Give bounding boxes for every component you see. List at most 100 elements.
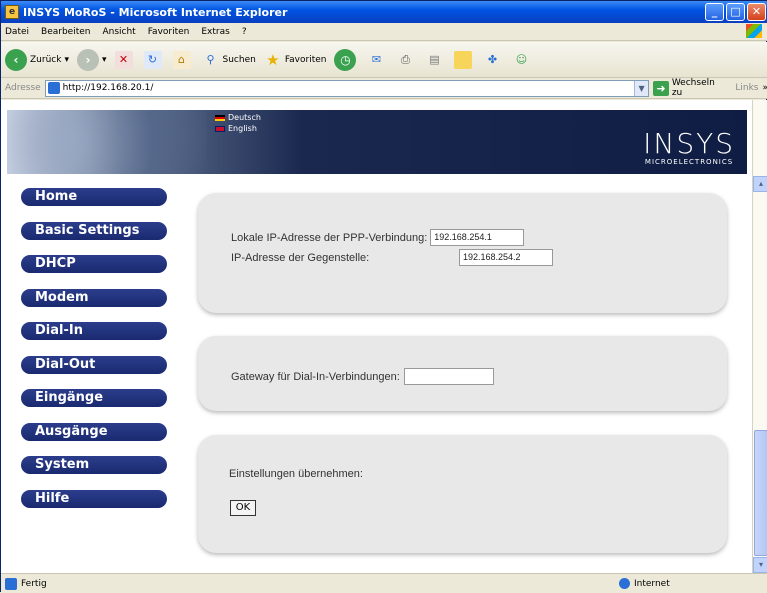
star-icon: ★ [266, 50, 280, 69]
research-button[interactable]: ✤ [483, 51, 504, 69]
remote-ip-label: IP-Adresse der Gegenstelle: [231, 251, 370, 264]
windows-logo-icon [746, 24, 762, 38]
header-banner: Deutsch English INSYS MICROELECTRONICS [7, 110, 747, 174]
local-ip-input[interactable]: 192.168.254.1 [430, 229, 525, 246]
vertical-scrollbar[interactable]: ▴ ▾ [752, 100, 767, 573]
home-button[interactable]: ⌂ [172, 50, 194, 69]
menu-favoriten[interactable]: Favoriten [148, 27, 190, 37]
brand-subtitle: MICROELECTRONICS [644, 158, 734, 166]
home-icon: ⌂ [172, 50, 191, 69]
search-button[interactable]: ⚲ Suchen [202, 51, 255, 69]
ok-button[interactable]: OK [230, 500, 256, 516]
local-ip-row: Lokale IP-Adresse der PPP-Verbindung: 19… [231, 229, 525, 246]
search-icon: ⚲ [206, 53, 215, 66]
nav-eingaenge[interactable]: Eingänge [21, 389, 167, 407]
address-bar: Adresse http://192.168.20.1/ ▼ ➜ Wechsel… [1, 78, 767, 99]
brand-logo: INSYS MICROELECTRONICS [643, 127, 735, 167]
nav-dhcp[interactable]: DHCP [21, 255, 167, 273]
language-selector: Deutsch English [215, 112, 261, 134]
mail-button[interactable]: ✉ [367, 51, 388, 69]
folder-icon [454, 50, 473, 69]
menu-ansicht[interactable]: Ansicht [102, 27, 135, 37]
go-arrow-icon: ➜ [653, 80, 669, 96]
remote-ip-input[interactable]: 192.168.254.2 [459, 249, 553, 266]
gateway-panel: Gateway für Dial-In-Verbindungen: [198, 336, 727, 411]
lang-deutsch[interactable]: Deutsch [215, 112, 261, 123]
menu-datei[interactable]: Datei [5, 27, 29, 37]
nav-hilfe[interactable]: Hilfe [21, 489, 167, 508]
print-icon: ⎙ [401, 52, 410, 66]
address-dropdown-icon[interactable]: ▼ [634, 80, 649, 96]
toolbar: ‹ Zurück ▾ › ▾ ✕ ↻ ⌂ ⚲ Suchen ★ Favorite… [1, 42, 767, 78]
window-controls: _ □ ✕ [705, 3, 766, 21]
lang-english-label: English [228, 124, 257, 133]
favorites-label: Favoriten [284, 54, 327, 65]
gateway-label: Gateway für Dial-In-Verbindungen: [231, 370, 400, 383]
nav-home[interactable]: Home [21, 188, 167, 206]
scroll-down-button[interactable]: ▾ [753, 557, 767, 573]
german-flag-icon [215, 114, 225, 121]
local-ip-label: Lokale IP-Adresse der PPP-Verbindung: [231, 231, 428, 244]
close-button[interactable]: ✕ [747, 3, 766, 21]
scroll-thumb[interactable] [754, 430, 767, 556]
status-text: Fertig [21, 578, 47, 589]
history-icon: ◷ [334, 48, 357, 71]
nav-dial-in[interactable]: Dial-In [21, 322, 167, 340]
research-icon: ✤ [487, 53, 498, 66]
back-dropdown-icon[interactable]: ▾ [64, 55, 69, 65]
apply-panel: Einstellungen übernehmen: OK [198, 435, 727, 553]
globe-icon [619, 578, 630, 589]
address-input[interactable]: http://192.168.20.1/ ▼ [44, 79, 650, 97]
mail-icon: ✉ [371, 53, 382, 66]
sidebar-nav: Home Basic Settings DHCP Modem Dial-In D… [21, 188, 167, 523]
minimize-button[interactable]: _ [705, 3, 724, 21]
menu-help[interactable]: ? [242, 27, 247, 37]
back-arrow-icon: ‹ [5, 48, 27, 71]
nav-ausgaenge[interactable]: Ausgänge [21, 422, 167, 441]
brand-name: INSYS [643, 127, 735, 160]
zone-label: Internet [634, 578, 670, 589]
stop-button[interactable]: ✕ [114, 50, 136, 69]
address-url: http://192.168.20.1/ [62, 83, 154, 93]
browser-window: e INSYS MoRoS - Microsoft Internet Explo… [0, 0, 767, 593]
go-button[interactable]: ➜ Wechseln zu [653, 78, 727, 98]
nav-modem[interactable]: Modem [21, 288, 167, 307]
menu-extras[interactable]: Extras [201, 27, 229, 37]
back-label: Zurück [30, 54, 62, 65]
discuss-button[interactable] [454, 50, 475, 69]
title-bar: e INSYS MoRoS - Microsoft Internet Explo… [1, 1, 767, 23]
favorites-button[interactable]: ★ Favoriten [264, 50, 327, 69]
refresh-icon: ↻ [143, 50, 162, 69]
lang-english[interactable]: English [215, 123, 261, 134]
remote-ip-row: IP-Adresse der Gegenstelle: 192.168.254.… [231, 249, 553, 266]
nav-system[interactable]: System [21, 456, 167, 474]
nav-dial-out[interactable]: Dial-Out [21, 355, 167, 374]
links-button[interactable]: Links [735, 83, 758, 93]
messenger-button[interactable]: ☺ [512, 51, 533, 69]
links-more-icon[interactable]: » [762, 83, 767, 93]
forward-arrow-icon: › [76, 48, 99, 71]
edit-button[interactable]: ▤ [425, 51, 446, 69]
maximize-button[interactable]: □ [726, 3, 745, 21]
forward-button[interactable]: › ▾ [76, 48, 107, 71]
gateway-row: Gateway für Dial-In-Verbindungen: [231, 368, 494, 385]
forward-dropdown-icon[interactable]: ▾ [102, 55, 107, 65]
menu-bearbeiten[interactable]: Bearbeiten [41, 27, 90, 37]
page-icon [47, 82, 60, 94]
print-button[interactable]: ⎙ [396, 51, 417, 69]
status-bar: Fertig Internet [1, 573, 767, 593]
apply-row: Einstellungen übernehmen: [229, 468, 363, 480]
address-label: Adresse [5, 83, 41, 93]
ppp-address-panel: Lokale IP-Adresse der PPP-Verbindung: 19… [198, 193, 727, 313]
window-title: INSYS MoRoS - Microsoft Internet Explore… [23, 5, 288, 19]
ie-app-icon: e [5, 5, 19, 19]
lang-deutsch-label: Deutsch [228, 113, 261, 122]
refresh-button[interactable]: ↻ [143, 50, 165, 69]
gateway-input[interactable] [403, 368, 494, 385]
scroll-up-button[interactable]: ▴ [753, 176, 767, 192]
back-button[interactable]: ‹ Zurück ▾ [5, 48, 69, 71]
history-button[interactable]: ◷ [334, 48, 359, 71]
security-zone: Internet [619, 576, 670, 591]
stop-icon: ✕ [114, 50, 133, 69]
nav-basic-settings[interactable]: Basic Settings [21, 221, 167, 240]
